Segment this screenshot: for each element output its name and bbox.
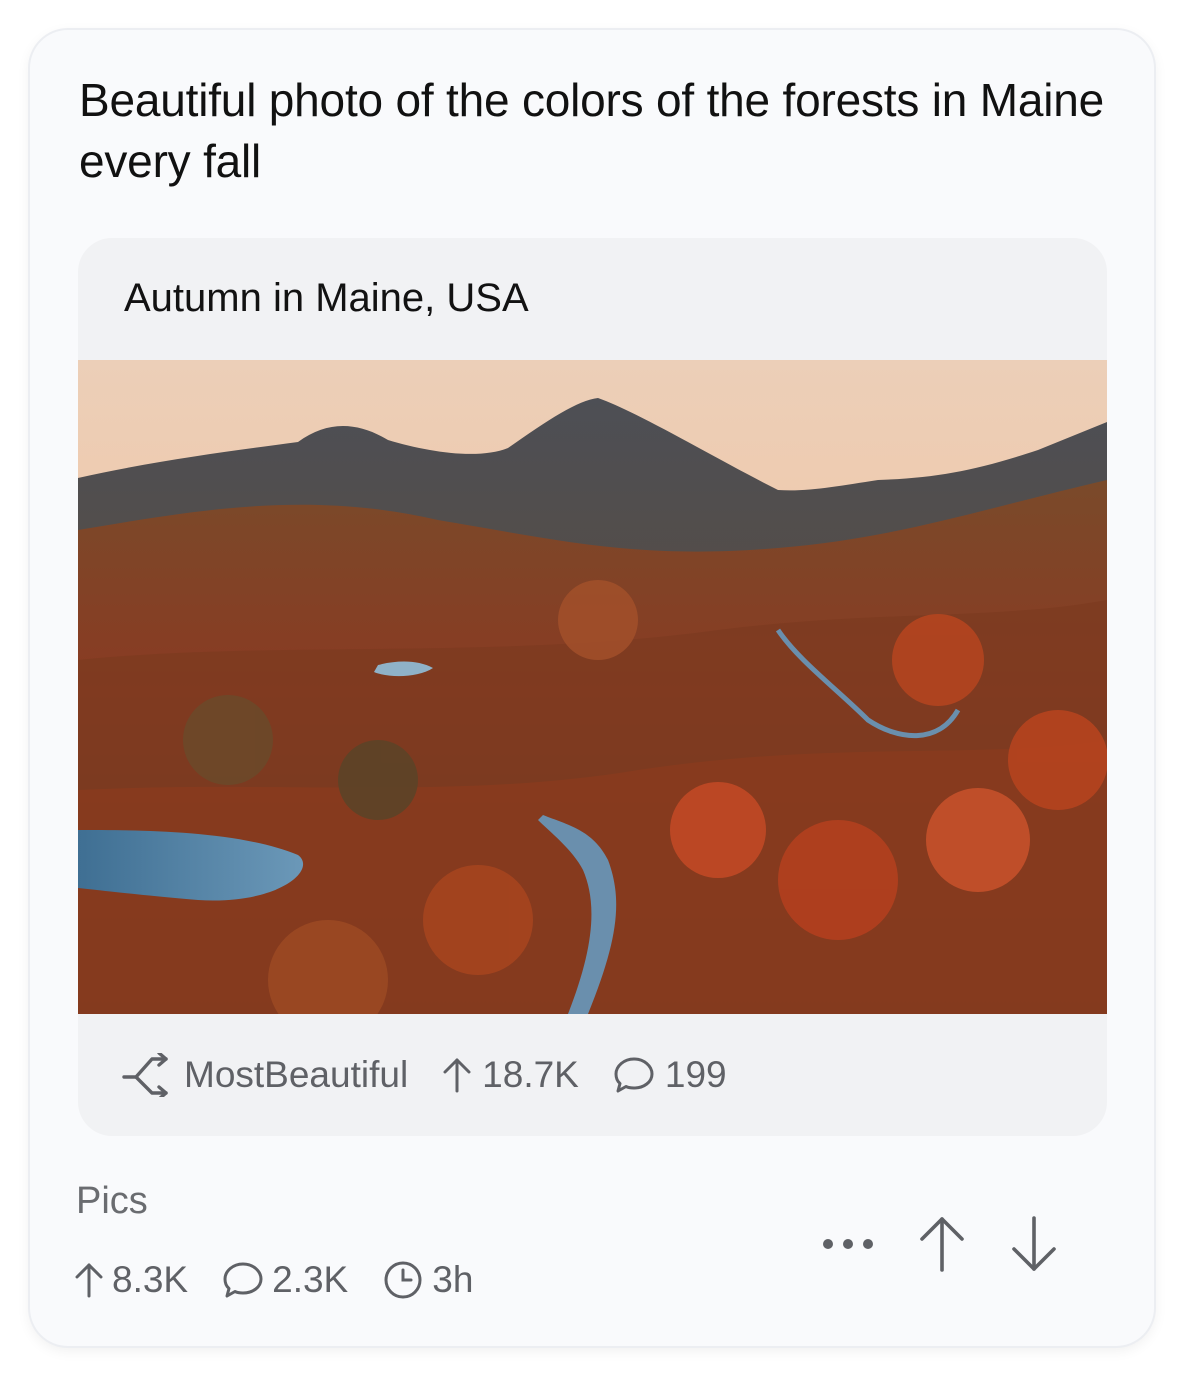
embed-meta: MostBeautiful 18.7K 199 [122,1044,727,1106]
crosspost-icon [122,1053,174,1097]
post-upvotes: 8.3K [112,1259,189,1300]
community-name[interactable]: Pics [76,1180,148,1223]
post-comments: 2.3K [272,1259,349,1300]
clock-icon [382,1259,424,1301]
embed-upvotes: 18.7K [482,1054,579,1095]
crosspost-embed[interactable]: Autumn in Maine, USA MostBeautiful 18.7K… [78,238,1107,1136]
post-age: 3h [432,1259,474,1300]
downvote-arrow-icon [1012,1216,1056,1271]
arrow-up-icon [442,1057,472,1093]
embed-photo[interactable] [78,360,1107,1014]
comment-bubble-icon [613,1056,655,1094]
embed-source[interactable]: MostBeautiful [184,1054,408,1096]
more-options-button[interactable] [820,1234,876,1254]
arrow-up-icon [74,1262,104,1298]
ellipsis-icon [823,1239,873,1249]
embed-comments: 199 [664,1054,727,1095]
post-card[interactable]: Beautiful photo of the colors of the for… [30,30,1154,1346]
embed-title: Autumn in Maine, USA [124,276,529,320]
post-actions [820,1208,1060,1280]
post-title[interactable]: Beautiful photo of the colors of the for… [79,70,1119,192]
downvote-button[interactable] [1008,1214,1060,1274]
upvote-arrow-icon [920,1217,964,1272]
comment-bubble-icon [222,1261,264,1299]
upvote-button[interactable] [916,1214,968,1274]
post-stats: 8.3K 2.3K 3h [74,1252,473,1308]
